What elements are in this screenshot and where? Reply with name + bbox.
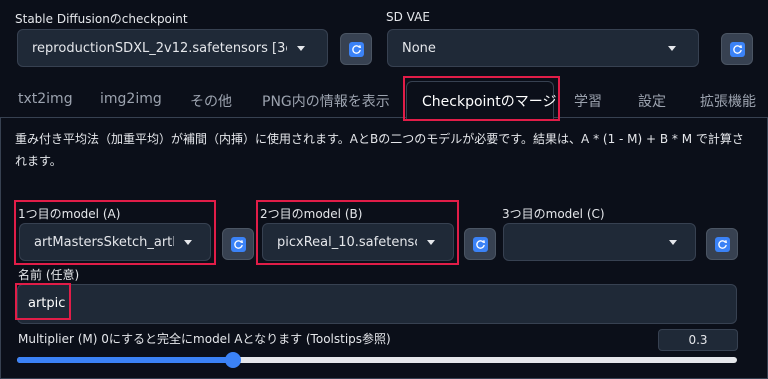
chevron-down-icon — [669, 239, 677, 245]
vae-label: SD VAE — [386, 10, 430, 24]
model-c-dropdown[interactable] — [503, 223, 696, 261]
vae-dropdown[interactable]: None — [387, 29, 699, 67]
tab-settings[interactable]: 設定 — [638, 91, 666, 111]
multiplier-number-input[interactable]: 0.3 — [658, 329, 738, 351]
slider-handle[interactable] — [225, 352, 241, 368]
refresh-icon — [729, 41, 745, 57]
refresh-model-c-button[interactable] — [706, 228, 738, 260]
refresh-icon — [230, 236, 246, 252]
tab-img2img[interactable]: img2img — [100, 91, 162, 107]
highlight-box-model-b — [256, 200, 459, 265]
checkpoint-label: Stable Diffusionのcheckpoint — [15, 12, 188, 26]
tab-train[interactable]: 学習 — [574, 91, 602, 111]
highlight-box-name — [15, 283, 71, 320]
refresh-model-a-button[interactable] — [222, 228, 254, 260]
highlight-box-tab — [403, 76, 560, 121]
tab-png-info[interactable]: PNG内の情報を表示 — [262, 91, 390, 111]
refresh-checkpoint-button[interactable] — [340, 33, 372, 65]
name-input[interactable]: artpic — [17, 284, 737, 324]
tab-extensions[interactable]: 拡張機能 — [700, 91, 756, 111]
vae-value: None — [402, 40, 436, 56]
refresh-icon — [714, 236, 730, 252]
slider-fill — [17, 357, 233, 363]
chevron-down-icon — [668, 45, 676, 51]
merge-description: 重み付き平均法（加重平均）が補間（内挿）に使用されます。AとBの二つのモデルが必… — [15, 132, 744, 168]
checkpoint-dropdown[interactable]: reproductionSDXL_2v12.safetensors [3e704… — [17, 29, 328, 67]
highlight-box-model-a — [14, 200, 216, 265]
chevron-down-icon — [297, 45, 305, 51]
multiplier-label: Multiplier (M) 0にすると完全にmodel Aとなります (Too… — [18, 332, 391, 346]
multiplier-slider[interactable] — [17, 352, 737, 368]
checkpoint-value: reproductionSDXL_2v12.safetensors [3e704… — [32, 40, 287, 56]
refresh-vae-button[interactable] — [721, 33, 753, 65]
refresh-model-b-button[interactable] — [464, 228, 496, 260]
tab-extras[interactable]: その他 — [190, 91, 232, 111]
refresh-icon — [348, 41, 364, 57]
model-c-label: 3つ目のmodel (C) — [502, 207, 605, 221]
tab-txt2img[interactable]: txt2img — [18, 91, 73, 107]
name-label: 名前 (任意) — [18, 268, 80, 282]
refresh-icon — [472, 236, 488, 252]
